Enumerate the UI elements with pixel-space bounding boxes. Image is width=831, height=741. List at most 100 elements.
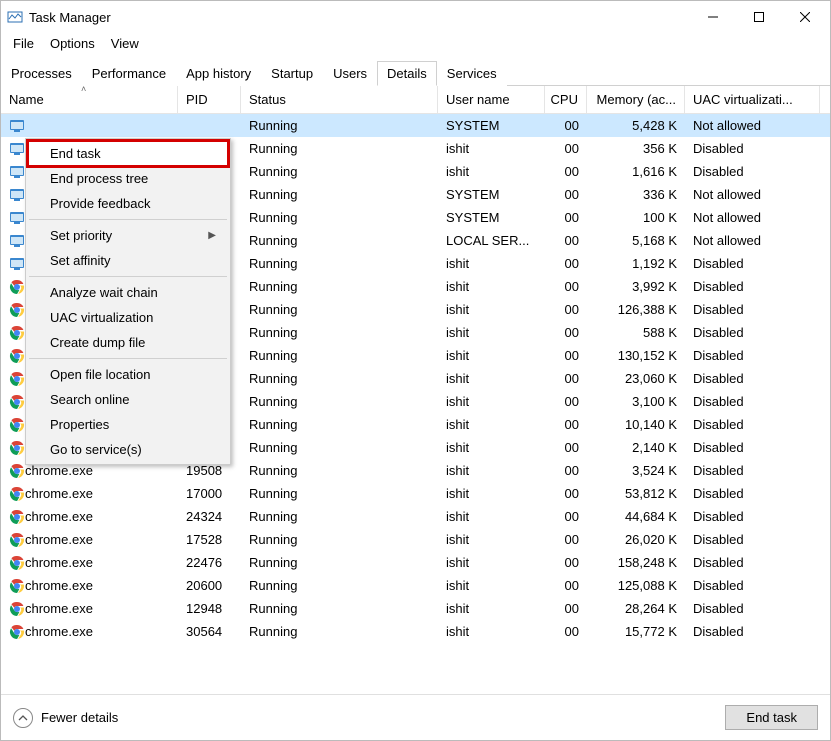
cell-mem: 53,812 K bbox=[587, 482, 685, 505]
column-header-label: Status bbox=[249, 92, 286, 107]
cell-uac: Disabled bbox=[685, 528, 820, 551]
tab-details[interactable]: Details bbox=[377, 61, 437, 86]
minimize-button[interactable] bbox=[690, 2, 736, 32]
cell-status: Running bbox=[241, 367, 438, 390]
cell-status: Running bbox=[241, 551, 438, 574]
context-item-properties[interactable]: Properties bbox=[28, 412, 228, 437]
context-item-uac-virtualization: UAC virtualization bbox=[28, 305, 228, 330]
table-row[interactable]: chrome.exe20600Runningishit00125,088 KDi… bbox=[1, 574, 830, 597]
tab-processes[interactable]: Processes bbox=[1, 61, 82, 86]
column-header-cpu[interactable]: CPU bbox=[545, 86, 587, 113]
cell-cpu: 00 bbox=[545, 114, 587, 137]
cell-cpu: 00 bbox=[545, 620, 587, 643]
menu-item-options[interactable]: Options bbox=[42, 33, 103, 54]
cell-cpu: 00 bbox=[545, 597, 587, 620]
cell-user: ishit bbox=[438, 367, 545, 390]
context-item-end-task[interactable]: End task bbox=[28, 141, 228, 166]
cell-mem: 100 K bbox=[587, 206, 685, 229]
table-row[interactable]: RunningSYSTEM005,428 KNot allowed bbox=[1, 114, 830, 137]
column-header-pid[interactable]: PID bbox=[178, 86, 241, 113]
column-header-label: UAC virtualizati... bbox=[693, 92, 793, 107]
cell-uac: Disabled bbox=[685, 551, 820, 574]
context-item-set-affinity[interactable]: Set affinity bbox=[28, 248, 228, 273]
chrome-icon bbox=[9, 302, 25, 318]
tab-startup[interactable]: Startup bbox=[261, 61, 323, 86]
cell-user: SYSTEM bbox=[438, 206, 545, 229]
column-header-name[interactable]: Name ˄ bbox=[1, 86, 178, 113]
table-row[interactable]: chrome.exe24324Runningishit0044,684 KDis… bbox=[1, 505, 830, 528]
tab-services[interactable]: Services bbox=[437, 61, 507, 86]
cell-cpu: 00 bbox=[545, 390, 587, 413]
cell-pid: 24324 bbox=[178, 505, 241, 528]
cell-uac: Disabled bbox=[685, 390, 820, 413]
tab-bar: ProcessesPerformanceApp historyStartupUs… bbox=[1, 58, 830, 86]
end-task-button[interactable]: End task bbox=[725, 705, 818, 730]
chrome-icon bbox=[9, 578, 25, 594]
close-button[interactable] bbox=[782, 2, 828, 32]
maximize-button[interactable] bbox=[736, 2, 782, 32]
context-item-label: Set priority bbox=[50, 228, 112, 243]
cell-status: Running bbox=[241, 183, 438, 206]
column-header-uac[interactable]: UAC virtualizati... bbox=[685, 86, 820, 113]
context-item-create-dump-file[interactable]: Create dump file bbox=[28, 330, 228, 355]
fewer-details-label: Fewer details bbox=[41, 710, 118, 725]
context-item-label: Go to service(s) bbox=[50, 442, 142, 457]
context-item-go-to-service-s-[interactable]: Go to service(s) bbox=[28, 437, 228, 462]
tab-users[interactable]: Users bbox=[323, 61, 377, 86]
cell-status: Running bbox=[241, 321, 438, 344]
cell-mem: 2,140 K bbox=[587, 436, 685, 459]
cell-uac: Not allowed bbox=[685, 229, 820, 252]
cell-cpu: 00 bbox=[545, 298, 587, 321]
table-row[interactable]: chrome.exe17528Runningishit0026,020 KDis… bbox=[1, 528, 830, 551]
cell-user: ishit bbox=[438, 390, 545, 413]
context-item-set-priority[interactable]: Set priority▶ bbox=[28, 223, 228, 248]
column-header-label: PID bbox=[186, 92, 208, 107]
cell-mem: 5,168 K bbox=[587, 229, 685, 252]
grid-header: Name ˄ PID Status User name CPUMemory (ac... U… bbox=[1, 86, 830, 114]
cell-mem: 15,772 K bbox=[587, 620, 685, 643]
column-header-label: Name bbox=[9, 92, 44, 107]
menu-item-view[interactable]: View bbox=[103, 33, 147, 54]
cell-cpu: 00 bbox=[545, 344, 587, 367]
cell-pid: 30564 bbox=[178, 620, 241, 643]
cell-uac: Disabled bbox=[685, 436, 820, 459]
process-name-label: chrome.exe bbox=[25, 624, 93, 639]
cell-mem: 126,388 K bbox=[587, 298, 685, 321]
column-header-status[interactable]: Status bbox=[241, 86, 438, 113]
context-item-open-file-location[interactable]: Open file location bbox=[28, 362, 228, 387]
sort-asc-icon: ˄ bbox=[81, 86, 86, 94]
cell-status: Running bbox=[241, 137, 438, 160]
table-row[interactable]: chrome.exe12948Runningishit0028,264 KDis… bbox=[1, 597, 830, 620]
chrome-icon bbox=[9, 440, 25, 456]
table-row[interactable]: chrome.exe22476Runningishit00158,248 KDi… bbox=[1, 551, 830, 574]
cell-mem: 28,264 K bbox=[587, 597, 685, 620]
tab-app-history[interactable]: App history bbox=[176, 61, 261, 86]
cell-name: chrome.exe bbox=[1, 620, 178, 643]
column-header-user[interactable]: User name bbox=[438, 86, 545, 113]
menu-item-file[interactable]: File bbox=[5, 33, 42, 54]
cell-status: Running bbox=[241, 482, 438, 505]
cell-name: chrome.exe bbox=[1, 528, 178, 551]
context-item-end-process-tree[interactable]: End process tree bbox=[28, 166, 228, 191]
cell-mem: 1,192 K bbox=[587, 252, 685, 275]
cell-cpu: 00 bbox=[545, 574, 587, 597]
context-item-search-online[interactable]: Search online bbox=[28, 387, 228, 412]
cell-mem: 23,060 K bbox=[587, 367, 685, 390]
context-item-label: Properties bbox=[50, 417, 109, 432]
cell-name: chrome.exe bbox=[1, 597, 178, 620]
tab-performance[interactable]: Performance bbox=[82, 61, 176, 86]
context-item-analyze-wait-chain[interactable]: Analyze wait chain bbox=[28, 280, 228, 305]
cell-status: Running bbox=[241, 597, 438, 620]
context-item-provide-feedback[interactable]: Provide feedback bbox=[28, 191, 228, 216]
cell-status: Running bbox=[241, 436, 438, 459]
title-bar: Task Manager bbox=[1, 1, 830, 33]
context-item-label: End task bbox=[50, 146, 101, 161]
column-header-label: User name bbox=[446, 92, 510, 107]
chrome-icon bbox=[9, 601, 25, 617]
column-header-mem[interactable]: Memory (ac... bbox=[587, 86, 685, 113]
fewer-details-button[interactable]: Fewer details bbox=[13, 708, 118, 728]
cell-uac: Disabled bbox=[685, 574, 820, 597]
cell-user: ishit bbox=[438, 574, 545, 597]
table-row[interactable]: chrome.exe30564Runningishit0015,772 KDis… bbox=[1, 620, 830, 643]
table-row[interactable]: chrome.exe17000Runningishit0053,812 KDis… bbox=[1, 482, 830, 505]
